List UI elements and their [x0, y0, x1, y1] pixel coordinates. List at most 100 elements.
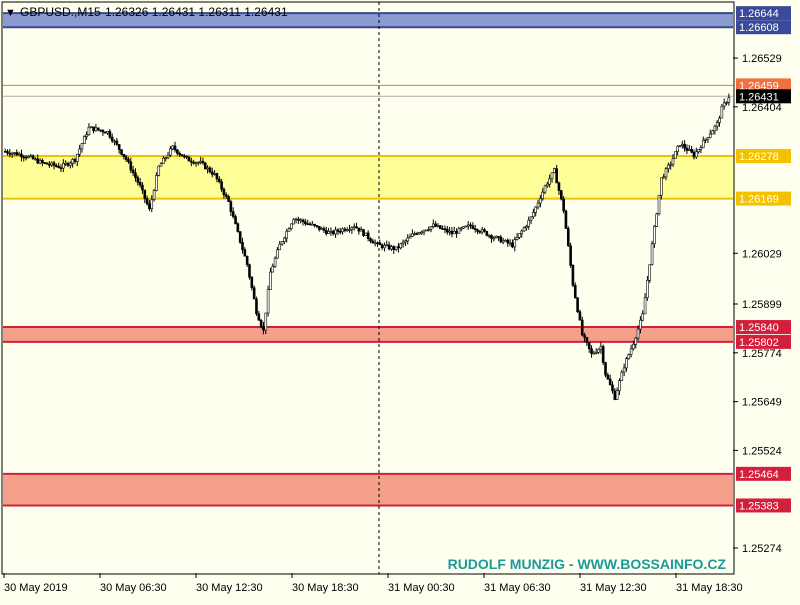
candle-body — [148, 203, 151, 210]
price-label-blue-top: 1.26644 — [739, 8, 779, 20]
price-label-last: 1.26431 — [739, 91, 779, 103]
time-label: 30 May 18:30 — [292, 582, 359, 594]
candle-body — [411, 233, 414, 237]
candle-body — [504, 239, 507, 242]
candle-body — [36, 158, 40, 164]
candle-body — [20, 153, 23, 158]
candle-body — [190, 160, 193, 163]
time-label: 30 May 06:30 — [100, 582, 167, 594]
candle-body — [685, 147, 689, 151]
candle-body — [280, 241, 284, 245]
candle-body — [559, 190, 563, 200]
candle-body — [415, 233, 419, 235]
candle-body — [713, 125, 717, 132]
candle-body — [152, 190, 156, 200]
candle-body — [660, 177, 663, 196]
candle-body — [269, 271, 272, 290]
candle-body — [231, 211, 235, 217]
candle-body — [108, 130, 112, 138]
candle-body — [157, 165, 161, 176]
price-tick-label: 1.25524 — [742, 445, 782, 457]
candle-body — [203, 162, 207, 170]
candle-body — [643, 297, 647, 315]
price-label-yellow-bottom: 1.26169 — [739, 194, 779, 206]
candle-body — [336, 229, 340, 232]
candle-body — [727, 97, 731, 103]
candle-body — [478, 231, 482, 233]
candle-body — [427, 229, 430, 231]
candle-body — [697, 149, 700, 153]
candle-body — [352, 226, 356, 229]
header-arrow-icon[interactable]: ▼ — [5, 7, 16, 19]
candle-body — [578, 311, 582, 321]
candle-body — [620, 371, 624, 381]
candle-body — [650, 243, 654, 265]
candle-body — [201, 160, 205, 164]
candle-body — [629, 348, 633, 355]
candle-body — [608, 378, 612, 386]
candle-body — [676, 146, 679, 152]
candle-body — [392, 246, 396, 250]
candle-body — [80, 143, 84, 150]
candle-body — [708, 133, 712, 138]
candle-body — [62, 163, 65, 169]
candle-body — [501, 240, 505, 243]
candle-body — [678, 145, 682, 147]
candle-body — [38, 159, 42, 164]
candle-body — [397, 246, 400, 249]
candle-body — [122, 153, 126, 157]
candle-body — [264, 312, 268, 331]
candle-body — [562, 198, 565, 212]
candle-body — [301, 219, 305, 223]
candle-body — [185, 155, 188, 158]
candle-body — [497, 236, 500, 238]
candle-body — [380, 244, 384, 249]
candle-body — [196, 162, 200, 164]
candle-body — [564, 210, 568, 229]
candle-body — [262, 326, 265, 331]
candle-body — [571, 265, 575, 286]
candle-body — [566, 228, 570, 247]
candle-body — [525, 225, 528, 228]
candle-body — [24, 156, 28, 159]
candle-body — [96, 127, 100, 131]
zone-red-lower — [3, 473, 733, 506]
candle-body — [583, 334, 586, 338]
candle-body — [276, 249, 279, 259]
candle-body — [476, 229, 479, 232]
candle-body — [343, 228, 347, 231]
candle-body — [699, 147, 703, 150]
price-tick-label: 1.26029 — [742, 248, 782, 260]
candle-body — [117, 144, 121, 150]
candle-body — [75, 153, 79, 162]
candle-body — [378, 242, 382, 246]
candle-body — [150, 199, 154, 210]
candle-body — [715, 122, 719, 127]
candle-body — [464, 225, 468, 228]
candle-body — [580, 319, 584, 336]
candle-body — [348, 229, 351, 231]
candle-body — [573, 285, 577, 299]
candle-body — [480, 229, 484, 233]
candle-body — [592, 352, 596, 355]
candle-body — [45, 162, 49, 165]
candle-body — [522, 227, 526, 232]
candle-body — [8, 152, 12, 155]
candle-body — [369, 238, 372, 242]
candle-body — [59, 167, 63, 170]
candle-body — [180, 154, 184, 157]
candle-body — [390, 246, 393, 250]
candle-body — [292, 219, 296, 225]
time-label: 31 May 18:30 — [676, 582, 743, 594]
price-label-red-lower-bottom: 1.25383 — [739, 500, 779, 512]
candle-body — [120, 149, 123, 155]
candle-body — [73, 159, 77, 162]
candle-body — [273, 257, 277, 267]
candle-body — [687, 149, 691, 151]
candle-body — [722, 102, 726, 107]
candle-body — [718, 117, 721, 123]
candle-body — [641, 313, 645, 321]
price-tick-label: 1.25899 — [742, 299, 782, 311]
header-symbol: GBPUSD.,M15 — [20, 5, 101, 19]
candle-body — [513, 239, 517, 248]
